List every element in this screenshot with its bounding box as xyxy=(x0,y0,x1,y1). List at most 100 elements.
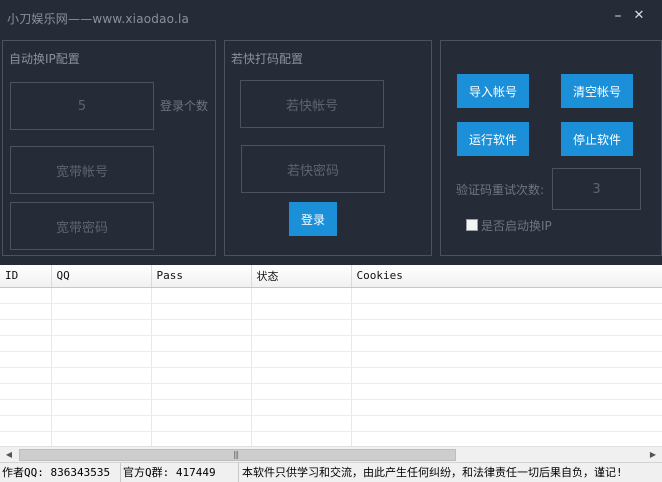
table-row[interactable] xyxy=(0,335,662,352)
table-cell[interactable] xyxy=(0,367,52,384)
close-button[interactable]: ✕ xyxy=(630,7,648,25)
table-cell[interactable] xyxy=(251,415,352,432)
table-cell[interactable] xyxy=(51,335,152,352)
table-cell[interactable] xyxy=(351,383,662,400)
table-cell[interactable] xyxy=(151,319,252,336)
minimize-button[interactable]: – xyxy=(609,7,627,25)
table-row[interactable] xyxy=(0,399,662,416)
broadband-account-input[interactable]: 宽带帐号 xyxy=(10,146,154,194)
table-cell[interactable] xyxy=(251,367,352,384)
table-cell[interactable] xyxy=(0,431,52,448)
scroll-right-icon[interactable]: ▶ xyxy=(646,449,660,461)
table-row[interactable] xyxy=(0,287,662,304)
window-title: 小刀娱乐网——www.xiaodao.la xyxy=(7,12,190,26)
table-cell[interactable] xyxy=(51,287,152,304)
table-cell[interactable] xyxy=(151,367,252,384)
table-cell[interactable] xyxy=(51,303,152,320)
table-cell[interactable] xyxy=(0,319,52,336)
table-cell[interactable] xyxy=(51,367,152,384)
ruokuai-config-group: 若快打码配置 若快帐号 若快密码 登录 xyxy=(224,40,432,256)
table-cell[interactable] xyxy=(251,319,352,336)
horizontal-scrollbar[interactable]: ◀ ||| ▶ xyxy=(0,446,662,462)
table-cell[interactable] xyxy=(251,383,352,400)
run-software-button[interactable]: 运行软件 xyxy=(457,122,529,156)
status-notice: 本软件只供学习和交流，由此产生任何纠纷，和法律责任一切后果自负，谨记! xyxy=(242,466,623,479)
table-cell[interactable] xyxy=(251,335,352,352)
table-body xyxy=(0,287,662,448)
table-cell[interactable] xyxy=(151,399,252,416)
table-cell[interactable] xyxy=(251,431,352,448)
table-row[interactable] xyxy=(0,383,662,400)
table-cell[interactable] xyxy=(51,383,152,400)
captcha-retry-field[interactable]: 3 xyxy=(552,168,641,210)
column-header-status[interactable]: 状态 xyxy=(251,265,352,288)
table-cell[interactable] xyxy=(151,431,252,448)
table-row[interactable] xyxy=(0,415,662,432)
table-row[interactable] xyxy=(0,431,662,448)
status-bar: 作者QQ: 836343535 官方Q群: 417449 本软件只供学习和交流，… xyxy=(0,462,662,482)
table-cell[interactable] xyxy=(151,351,252,368)
table-cell[interactable] xyxy=(51,431,152,448)
login-count-label: 登录个数 xyxy=(160,99,209,113)
table-cell[interactable] xyxy=(351,431,662,448)
account-grid: ID QQ Pass 状态 Cookies ◀ ||| ▶ xyxy=(0,265,662,462)
table-cell[interactable] xyxy=(151,287,252,304)
table-cell[interactable] xyxy=(51,415,152,432)
table-cell[interactable] xyxy=(351,287,662,304)
table-cell[interactable] xyxy=(251,303,352,320)
table-cell[interactable] xyxy=(251,287,352,304)
table-cell[interactable] xyxy=(0,383,52,400)
account-table: ID QQ Pass 状态 Cookies xyxy=(0,265,662,448)
table-cell[interactable] xyxy=(251,399,352,416)
column-header-cookies[interactable]: Cookies xyxy=(351,265,662,288)
table-cell[interactable] xyxy=(51,351,152,368)
table-row[interactable] xyxy=(0,303,662,320)
actions-group: 导入帐号 清空帐号 运行软件 停止软件 验证码重试次数: 3 是否启动换IP xyxy=(440,40,662,256)
ruokuai-account-input[interactable]: 若快帐号 xyxy=(240,80,384,128)
stop-software-button[interactable]: 停止软件 xyxy=(561,122,633,156)
table-cell[interactable] xyxy=(151,335,252,352)
clear-accounts-button[interactable]: 清空帐号 xyxy=(561,74,633,108)
table-cell[interactable] xyxy=(0,287,52,304)
captcha-retry-label: 验证码重试次数: xyxy=(456,183,545,197)
table-cell[interactable] xyxy=(0,415,52,432)
title-bar: 小刀娱乐网——www.xiaodao.la – ✕ xyxy=(0,0,662,36)
table-header-row: ID QQ Pass 状态 Cookies xyxy=(0,265,662,288)
login-count-field[interactable]: 5 xyxy=(10,82,154,130)
table-cell[interactable] xyxy=(0,335,52,352)
import-accounts-button[interactable]: 导入帐号 xyxy=(457,74,529,108)
table-cell[interactable] xyxy=(351,335,662,352)
broadband-password-input[interactable]: 宽带密码 xyxy=(10,202,154,250)
table-row[interactable] xyxy=(0,319,662,336)
column-header-qq[interactable]: QQ xyxy=(51,265,152,288)
ruokuai-login-button[interactable]: 登录 xyxy=(289,202,337,236)
ip-config-title: 自动换IP配置 xyxy=(9,52,80,66)
scrollbar-thumb[interactable]: ||| xyxy=(19,449,456,461)
table-cell[interactable] xyxy=(0,399,52,416)
table-cell[interactable] xyxy=(351,319,662,336)
table-cell[interactable] xyxy=(151,303,252,320)
status-group: 官方Q群: 417449 xyxy=(121,463,239,482)
table-cell[interactable] xyxy=(151,415,252,432)
ip-config-group: 自动换IP配置 5 登录个数 宽带帐号 宽带密码 xyxy=(2,40,216,256)
table-cell[interactable] xyxy=(351,351,662,368)
status-author: 作者QQ: 836343535 xyxy=(0,463,121,482)
table-cell[interactable] xyxy=(351,399,662,416)
table-cell[interactable] xyxy=(0,303,52,320)
table-row[interactable] xyxy=(0,351,662,368)
auto-switch-ip-label: 是否启动换IP xyxy=(481,219,552,233)
column-header-pass[interactable]: Pass xyxy=(151,265,252,288)
table-cell[interactable] xyxy=(351,415,662,432)
column-header-id[interactable]: ID xyxy=(0,265,52,288)
scroll-left-icon[interactable]: ◀ xyxy=(2,449,16,461)
ruokuai-password-input[interactable]: 若快密码 xyxy=(241,145,385,193)
table-cell[interactable] xyxy=(0,351,52,368)
table-cell[interactable] xyxy=(351,303,662,320)
auto-switch-ip-checkbox[interactable] xyxy=(466,219,478,231)
table-cell[interactable] xyxy=(151,383,252,400)
table-cell[interactable] xyxy=(51,319,152,336)
table-row[interactable] xyxy=(0,367,662,384)
table-cell[interactable] xyxy=(351,367,662,384)
table-cell[interactable] xyxy=(251,351,352,368)
table-cell[interactable] xyxy=(51,399,152,416)
